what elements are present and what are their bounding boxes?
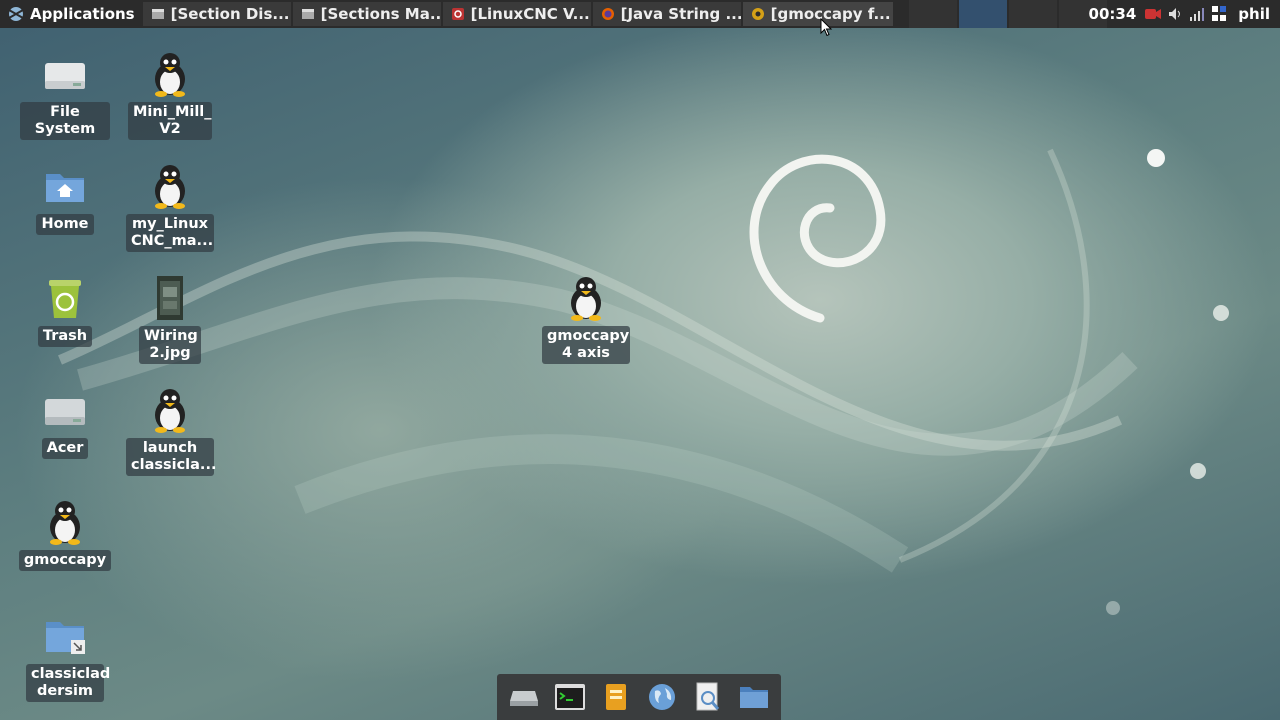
tux-icon bbox=[146, 386, 194, 434]
firefox-icon bbox=[601, 7, 615, 21]
desktop-icon-label: gmoccapy bbox=[18, 550, 112, 571]
desktop-icon-label: my_Linux CNC_ma... bbox=[126, 214, 214, 252]
taskbar-button[interactable]: [Java String ... bbox=[592, 2, 741, 26]
keyboard-layout-icon[interactable] bbox=[1210, 5, 1228, 23]
tux-icon bbox=[146, 50, 194, 98]
desktop-icon-acer[interactable]: Acer bbox=[20, 386, 110, 459]
desktop-icon-label: File System bbox=[20, 102, 110, 140]
workspace-switcher bbox=[908, 0, 1109, 28]
folder-link-icon bbox=[41, 612, 89, 660]
drive-icon bbox=[41, 50, 89, 98]
desktop-icon-mini-mill-v2[interactable]: Mini_Mill_ V2 bbox=[125, 50, 215, 140]
applications-menu[interactable]: Applications bbox=[0, 0, 143, 28]
xfce-logo-icon bbox=[6, 4, 26, 24]
image-file-icon bbox=[146, 274, 194, 322]
trash-icon bbox=[41, 274, 89, 322]
top-panel: Applications [Section Dis... [Sections M… bbox=[0, 0, 1280, 28]
debian-swirl-logo bbox=[749, 154, 886, 323]
screen-recorder-icon[interactable] bbox=[1144, 5, 1162, 23]
taskbar-label: [LinuxCNC V... bbox=[470, 5, 590, 23]
system-tray: 00:34 phil bbox=[1089, 0, 1280, 28]
dock-terminal-icon[interactable] bbox=[552, 679, 588, 715]
wallpaper-dot bbox=[1147, 149, 1165, 167]
desktop-icon-label: gmoccapy 4 axis bbox=[542, 326, 630, 364]
desktop-icon-label: Mini_Mill_ V2 bbox=[128, 102, 212, 140]
dock-search-icon[interactable] bbox=[690, 679, 726, 715]
taskbar-label: [Section Dis... bbox=[170, 5, 290, 23]
tux-icon bbox=[146, 162, 194, 210]
taskbar-button[interactable]: [LinuxCNC V... bbox=[442, 2, 591, 26]
desktop-icon-home[interactable]: Home bbox=[20, 162, 110, 235]
desktop-icon-label: classiclad dersim bbox=[26, 664, 110, 702]
volume-icon[interactable] bbox=[1166, 5, 1184, 23]
dock-drive-icon[interactable] bbox=[506, 679, 542, 715]
applications-label: Applications bbox=[30, 5, 135, 23]
desktop-icon-classicladdersim[interactable]: classiclad dersim bbox=[20, 612, 110, 702]
user-menu[interactable]: phil bbox=[1238, 5, 1270, 23]
desktop-icon-my-linuxcnc-machines[interactable]: my_Linux CNC_ma... bbox=[125, 162, 215, 252]
dock-browser-icon[interactable] bbox=[644, 679, 680, 715]
tux-icon bbox=[562, 274, 610, 322]
wallpaper-dot bbox=[1213, 305, 1229, 321]
desktop-icon-label: Home bbox=[36, 214, 94, 235]
mouse-cursor-icon bbox=[820, 18, 833, 37]
desktop-icon-gmoccapy-4-axis[interactable]: gmoccapy 4 axis bbox=[541, 274, 631, 364]
workspace-1[interactable] bbox=[908, 0, 957, 28]
network-signal-icon[interactable] bbox=[1188, 5, 1206, 23]
workspace-2[interactable] bbox=[958, 0, 1007, 28]
desktop-icon-wiring-2-jpg[interactable]: Wiring 2.jpg bbox=[125, 274, 215, 364]
drive-icon bbox=[41, 386, 89, 434]
home-folder-icon bbox=[41, 162, 89, 210]
desktop-icon-label: Trash bbox=[37, 326, 93, 347]
desktop-icon-label: Acer bbox=[41, 438, 89, 459]
desktop-icon-gmoccapy[interactable]: gmoccapy bbox=[18, 498, 112, 571]
dock-folder-icon[interactable] bbox=[736, 679, 772, 715]
tux-icon bbox=[41, 498, 89, 546]
desktop-icon-trash[interactable]: Trash bbox=[20, 274, 110, 347]
bottom-dock bbox=[497, 674, 781, 720]
taskbar-button[interactable]: [Sections Ma... bbox=[292, 2, 441, 26]
clock[interactable]: 00:34 bbox=[1089, 5, 1137, 23]
desktop-icon-launch-classicladder[interactable]: launch classicla... bbox=[125, 386, 216, 476]
wallpaper-dot bbox=[1190, 463, 1206, 479]
window-icon bbox=[301, 7, 315, 21]
dock-files-icon[interactable] bbox=[598, 679, 634, 715]
wallpaper-dot bbox=[1106, 601, 1120, 615]
workspace-3[interactable] bbox=[1008, 0, 1057, 28]
pdf-icon bbox=[451, 7, 465, 21]
desktop-icon-file-system[interactable]: File System bbox=[20, 50, 110, 140]
taskbar-label: [Java String ... bbox=[620, 5, 741, 23]
gmoccapy-icon bbox=[751, 7, 765, 21]
desktop-icon-label: launch classicla... bbox=[126, 438, 216, 476]
taskbar-button[interactable]: [gmoccapy f... bbox=[742, 2, 893, 26]
window-icon bbox=[151, 7, 165, 21]
taskbar-button[interactable]: [Section Dis... bbox=[142, 2, 291, 26]
taskbar-label: [Sections Ma... bbox=[320, 5, 441, 23]
desktop-icon-label: Wiring 2.jpg bbox=[139, 326, 201, 364]
